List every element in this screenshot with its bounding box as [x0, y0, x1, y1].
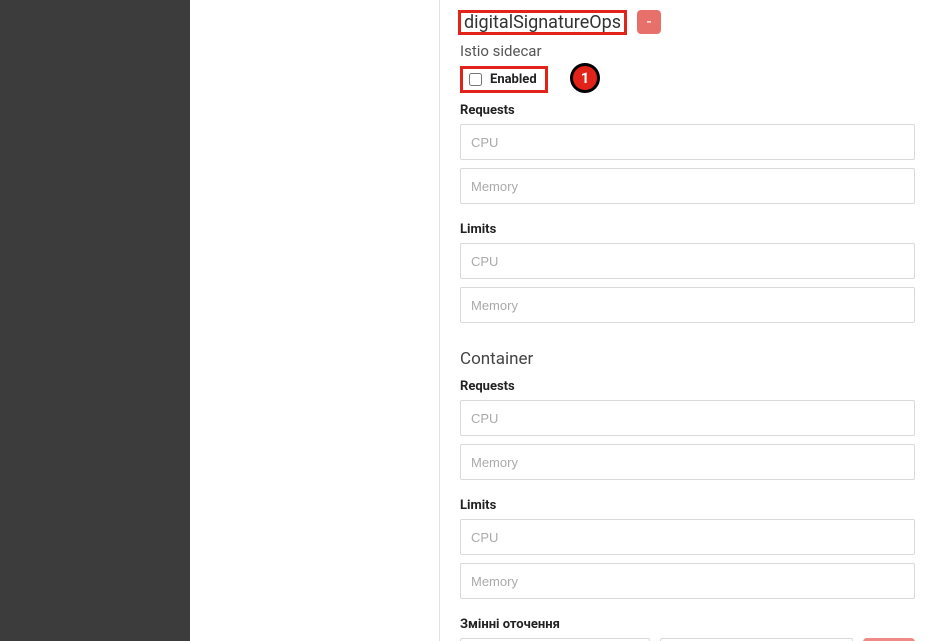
- annotation-badge-1: 1: [570, 63, 600, 93]
- container-limits-label: Limits: [460, 498, 915, 513]
- container-requests-cpu-input[interactable]: [460, 400, 915, 436]
- istio-heading: Istio sidecar: [460, 42, 915, 60]
- container-limits-memory-input[interactable]: [460, 563, 915, 599]
- env-heading: Змінні оточення: [460, 617, 915, 632]
- remove-section-button[interactable]: -: [637, 10, 661, 34]
- istio-enabled-checkbox[interactable]: [469, 73, 482, 86]
- istio-requests-cpu-input[interactable]: [460, 124, 915, 160]
- container-heading: Container: [460, 349, 915, 369]
- container-limits-cpu-input[interactable]: [460, 519, 915, 555]
- istio-enabled-label: Enabled: [490, 72, 537, 87]
- istio-requests-memory-input[interactable]: [460, 168, 915, 204]
- istio-requests-label: Requests: [460, 103, 915, 118]
- istio-limits-memory-input[interactable]: [460, 287, 915, 323]
- main-panel: digitalSignatureOps - Istio sidecar Enab…: [440, 0, 945, 641]
- istio-limits-cpu-input[interactable]: [460, 243, 915, 279]
- istio-limits-label: Limits: [460, 222, 915, 237]
- sidebar: [0, 0, 190, 641]
- container-requests-label: Requests: [460, 379, 915, 394]
- content-left-gap: [190, 0, 440, 641]
- section-title: digitalSignatureOps: [460, 12, 625, 33]
- container-requests-memory-input[interactable]: [460, 444, 915, 480]
